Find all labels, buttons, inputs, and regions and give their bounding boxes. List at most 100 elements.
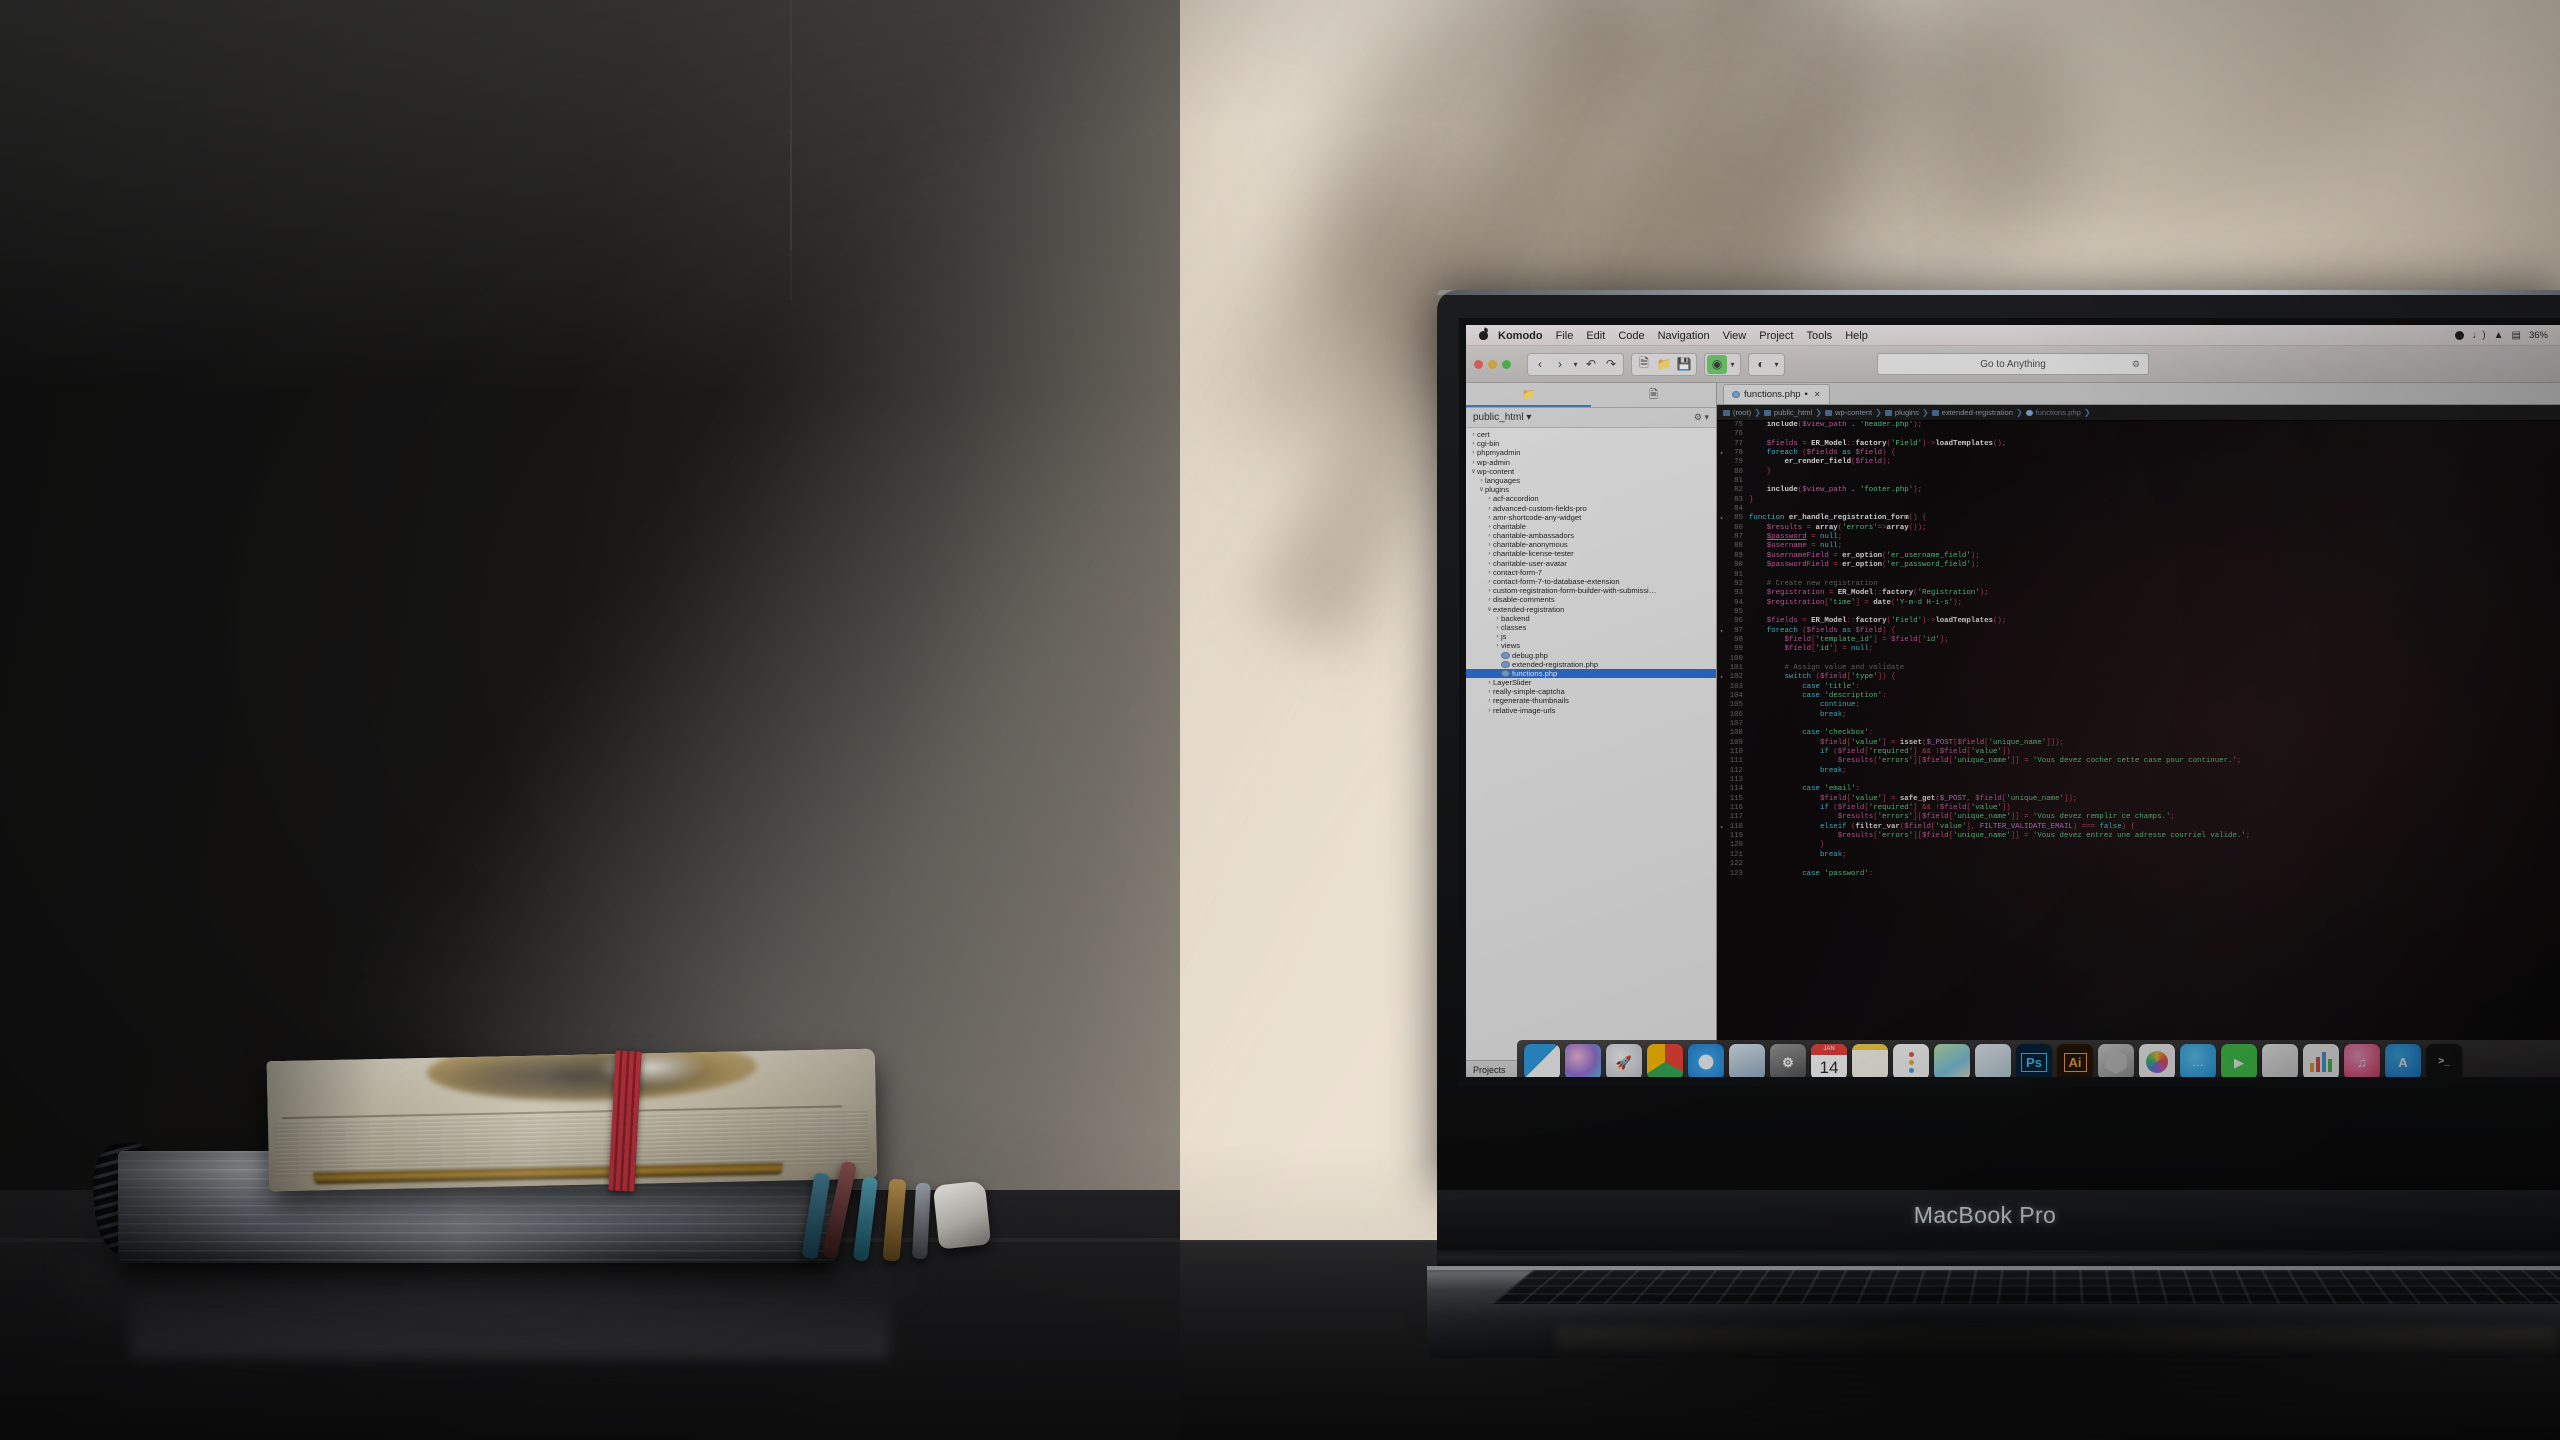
undo-button[interactable]: ↶: [1581, 355, 1601, 374]
code-line[interactable]: 115 $field['value'] = safe_get($_POST, $…: [1717, 795, 2560, 804]
file-tree-row[interactable]: › views: [1466, 641, 1716, 650]
file-tree-row[interactable]: › js: [1466, 632, 1716, 641]
dock-item-pages[interactable]: [2262, 1044, 2298, 1077]
dock-item-reminders[interactable]: [1893, 1044, 1929, 1077]
code-line[interactable]: 82 include($view_path . 'footer.php');: [1717, 486, 2560, 495]
code-line[interactable]: ▾ 118 elseif (filter_var($field['value'],…: [1717, 823, 2560, 832]
disclosure-triangle-icon[interactable]: ›: [1486, 559, 1493, 568]
forward-button[interactable]: ›: [1550, 355, 1570, 374]
menu-tools[interactable]: Tools: [1807, 330, 1833, 342]
disclosure-triangle-icon[interactable]: ›: [1470, 430, 1477, 439]
disclosure-triangle-icon[interactable]: ∨: [1478, 485, 1485, 494]
menu-view[interactable]: View: [1723, 330, 1747, 342]
menu-bar-status-items[interactable]: ♩) ▲ ▤ 36%: [2455, 330, 2552, 341]
disclosure-triangle-icon[interactable]: ›: [1486, 540, 1493, 549]
go-to-anything-input[interactable]: Go to Anything ⚙: [1877, 353, 2149, 375]
code-line[interactable]: 95: [1717, 608, 2560, 617]
file-tree-row[interactable]: extended-registration.php: [1466, 660, 1716, 669]
dock-item-komodo[interactable]: [2098, 1044, 2134, 1077]
redo-button[interactable]: ↷: [1601, 355, 1621, 374]
disclosure-triangle-icon[interactable]: ›: [1486, 568, 1493, 577]
disclosure-triangle-icon[interactable]: ›: [1494, 623, 1501, 632]
disclosure-triangle-icon[interactable]: ›: [1486, 513, 1493, 522]
disclosure-triangle-icon[interactable]: ›: [1486, 522, 1493, 531]
places-root-header[interactable]: public_html ▾ ⚙ ▾: [1466, 408, 1716, 428]
file-tree-row[interactable]: ∨ wp-content: [1466, 467, 1716, 476]
file-tree-row[interactable]: › wp-admin: [1466, 458, 1716, 467]
file-button-group[interactable]: 🗎 📁 💾: [1631, 352, 1697, 376]
code-line[interactable]: 99 $field['id'] = null;: [1717, 645, 2560, 654]
code-line[interactable]: 84: [1717, 505, 2560, 514]
file-tree-row-selected[interactable]: functions.php: [1466, 668, 1716, 679]
editor-tab-bar[interactable]: functions.php • ✕: [1717, 383, 2560, 405]
code-line[interactable]: 112 break;: [1717, 767, 2560, 776]
disclosure-triangle-icon[interactable]: ›: [1486, 577, 1493, 586]
code-line[interactable]: 81: [1717, 477, 2560, 486]
file-tree-row[interactable]: › charitable: [1466, 522, 1716, 531]
code-line[interactable]: 107: [1717, 720, 2560, 729]
code-line[interactable]: 123 case 'password':: [1717, 870, 2560, 879]
file-tree-row[interactable]: › really-simple-captcha: [1466, 687, 1716, 696]
file-tree-row[interactable]: › charitable-license-tester: [1466, 549, 1716, 558]
dock-item-photos[interactable]: [2139, 1044, 2175, 1077]
code-line[interactable]: 119 $results['errors'][$field['unique_na…: [1717, 832, 2560, 841]
code-line[interactable]: 75 include($view_path . 'header.php');: [1717, 421, 2560, 430]
disclosure-triangle-icon[interactable]: ∨: [1486, 605, 1493, 614]
new-file-icon[interactable]: 🗎: [1634, 355, 1654, 374]
disclosure-triangle-icon[interactable]: ›: [1478, 476, 1485, 485]
disclosure-triangle-icon[interactable]: ›: [1486, 494, 1493, 503]
status-dot-icon[interactable]: [2455, 331, 2465, 340]
code-line[interactable]: 89 $usernameField = er_option('er_userna…: [1717, 552, 2560, 561]
code-line[interactable]: 110 if ($field['required'] && !$field['v…: [1717, 748, 2560, 757]
code-line[interactable]: 92 # Create new registration: [1717, 580, 2560, 589]
code-line[interactable]: 98 $field['template_id'] = $field['id'];: [1717, 636, 2560, 645]
dock-item-finder[interactable]: [1524, 1044, 1560, 1077]
open-folder-icon[interactable]: 📁: [1654, 355, 1674, 374]
code-fold-toggle-icon[interactable]: ▾: [1717, 449, 1726, 458]
file-tree-row[interactable]: › charitable-anonymous: [1466, 540, 1716, 549]
disclosure-triangle-icon[interactable]: ›: [1486, 586, 1493, 595]
dock-item-google-chrome[interactable]: [1647, 1044, 1683, 1077]
file-tree-row[interactable]: › custom-registration-form-builder-with-s…: [1466, 586, 1716, 595]
dock-item-maps[interactable]: [1934, 1044, 1970, 1077]
code-line[interactable]: 76: [1717, 430, 2560, 439]
code-line[interactable]: 96 $fields = ER_Model::factory('Field')-…: [1717, 617, 2560, 626]
code-line[interactable]: 93 $registration = ER_Model::factory('Re…: [1717, 589, 2560, 598]
file-tree-row[interactable]: › contact-form-7-to-database-extension: [1466, 577, 1716, 586]
dock-item-adobe-illustrator[interactable]: Ai: [2057, 1044, 2093, 1077]
back-button[interactable]: ‹: [1530, 355, 1550, 374]
code-line[interactable]: 101 # Assign value and validate: [1717, 664, 2560, 673]
wifi-icon[interactable]: ▲: [2494, 330, 2504, 341]
file-tree-row[interactable]: › advanced-custom-fields-pro: [1466, 504, 1716, 513]
minimize-window-button[interactable]: [1488, 359, 1497, 369]
menu-file[interactable]: File: [1556, 330, 1574, 342]
code-lines[interactable]: 75 include($view_path . 'header.php'); 76…: [1717, 421, 2560, 879]
file-tree-row[interactable]: › LayerSlider: [1466, 678, 1716, 687]
dock-item-mail[interactable]: [1729, 1044, 1765, 1077]
close-window-button[interactable]: [1474, 359, 1483, 369]
dock-item-calendar[interactable]: JAN 14: [1811, 1044, 1847, 1077]
dock-item-numbers[interactable]: [2303, 1044, 2339, 1077]
breadcrumb-segment[interactable]: plugins: [1895, 408, 1919, 417]
file-tree-row[interactable]: › relative-image-urls: [1466, 706, 1716, 715]
dock-item-safari[interactable]: [1688, 1044, 1724, 1077]
dock-item-facetime[interactable]: ▶: [2221, 1044, 2257, 1077]
apple-logo-icon[interactable]: [1478, 329, 1489, 342]
file-tree-row[interactable]: ∨ extended-registration: [1466, 605, 1716, 614]
code-line[interactable]: 111 $results['errors'][$field['unique_na…: [1717, 757, 2560, 766]
menu-app-komodo[interactable]: Komodo: [1498, 330, 1543, 342]
code-line[interactable]: 80 }: [1717, 468, 2560, 477]
window-controls[interactable]: [1474, 359, 1511, 369]
preview-button-group[interactable]: ◉ ▾: [1704, 352, 1741, 376]
code-line[interactable]: 77 $fields = ER_Model::factory('Field')-…: [1717, 440, 2560, 449]
breadcrumb-segment[interactable]: wp-content: [1835, 408, 1872, 417]
editor-tab-functions-php[interactable]: functions.php • ✕: [1723, 383, 1830, 404]
code-line[interactable]: ▾ 78 foreach ($fields as $field) {: [1717, 449, 2560, 458]
code-line[interactable]: 100: [1717, 655, 2560, 664]
laptop-keyboard[interactable]: [1490, 1270, 2560, 1304]
search-options-icon[interactable]: ⚙: [2132, 359, 2140, 370]
disclosure-triangle-icon[interactable]: ›: [1486, 549, 1493, 558]
file-tree[interactable]: › cert › cgi-bin › phpmyadmin › wp-admin ∨ wp-con…: [1466, 428, 1716, 1060]
save-icon[interactable]: 💾: [1674, 355, 1694, 374]
code-line[interactable]: 116 if ($field['required'] && !$field['v…: [1717, 804, 2560, 813]
